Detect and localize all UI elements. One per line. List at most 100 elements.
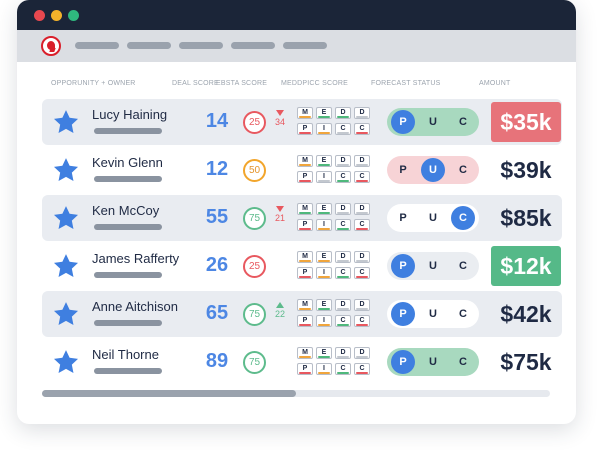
meddpicc-cell-e[interactable]: E [316,299,332,311]
meddpicc-cell-c[interactable]: C [354,267,370,279]
forecast-option-c[interactable]: C [451,206,475,230]
table-row[interactable]: Ken McCoy 55 75 21 MEDDPICC PUC $85k [42,195,562,241]
column-header-forecast[interactable]: FORECAST STATUS [371,80,441,87]
meddpicc-cell-e[interactable]: E [316,347,332,359]
meddpicc-cell-c[interactable]: C [335,171,351,183]
table-row[interactable]: Anne Aitchison 65 75 22 MEDDPICC PUC $42… [42,291,562,337]
forecast-option-u[interactable]: U [421,158,445,182]
forecast-option-p[interactable]: P [391,254,415,278]
meddpicc-cell-m[interactable]: M [297,107,313,119]
forecast-option-c[interactable]: C [451,254,475,278]
forecast-status-toggle[interactable]: PUC [387,108,479,136]
forecast-option-c[interactable]: C [451,158,475,182]
nav-item-placeholder[interactable] [127,42,171,49]
meddpicc-cell-i[interactable]: I [316,171,332,183]
meddpicc-cell-d[interactable]: D [354,203,370,215]
meddpicc-cell-e[interactable]: E [316,155,332,167]
meddpicc-cell-i[interactable]: I [316,123,332,135]
meddpicc-cell-d[interactable]: D [354,155,370,167]
star-icon[interactable] [52,348,80,376]
nav-item-placeholder[interactable] [283,42,327,49]
column-header-meddpicc[interactable]: MEDDPICC SCORE [281,80,348,87]
opportunity-name[interactable]: Kevin Glenn [92,155,163,170]
meddpicc-cell-c[interactable]: C [354,219,370,231]
meddpicc-cell-p[interactable]: P [297,123,313,135]
maximize-window-button[interactable] [68,10,79,21]
meddpicc-cell-p[interactable]: P [297,171,313,183]
nav-item-placeholder[interactable] [179,42,223,49]
meddpicc-cell-e[interactable]: E [316,251,332,263]
meddpicc-cell-c[interactable]: C [335,267,351,279]
column-header-amount[interactable]: AMOUNT [479,80,511,87]
close-window-button[interactable] [34,10,45,21]
meddpicc-cell-d[interactable]: D [354,107,370,119]
meddpicc-cell-d[interactable]: D [335,299,351,311]
forecast-option-u[interactable]: U [421,350,445,374]
meddpicc-cell-c[interactable]: C [354,315,370,327]
opportunity-name[interactable]: Anne Aitchison [92,299,178,314]
forecast-option-u[interactable]: U [421,302,445,326]
meddpicc-cell-e[interactable]: E [316,107,332,119]
nav-item-placeholder[interactable] [231,42,275,49]
meddpicc-cell-d[interactable]: D [335,203,351,215]
meddpicc-cell-d[interactable]: D [335,155,351,167]
table-row[interactable]: Lucy Haining 14 25 34 MEDDPICC PUC $35k [42,99,562,145]
forecast-option-p[interactable]: P [391,350,415,374]
opportunity-name[interactable]: Neil Thorne [92,347,159,362]
nav-item-placeholder[interactable] [75,42,119,49]
meddpicc-cell-d[interactable]: D [335,347,351,359]
meddpicc-cell-m[interactable]: M [297,203,313,215]
forecast-status-toggle[interactable]: PUC [387,204,479,232]
meddpicc-cell-e[interactable]: E [316,203,332,215]
forecast-option-c[interactable]: C [451,110,475,134]
meddpicc-cell-d[interactable]: D [335,107,351,119]
meddpicc-cell-c[interactable]: C [335,219,351,231]
meddpicc-cell-d[interactable]: D [335,251,351,263]
forecast-option-u[interactable]: U [421,110,445,134]
forecast-status-toggle[interactable]: PUC [387,156,479,184]
meddpicc-cell-d[interactable]: D [354,347,370,359]
column-header-opportunity[interactable]: OPPORUNITY + OWNER [51,80,136,87]
meddpicc-cell-p[interactable]: P [297,315,313,327]
meddpicc-cell-c[interactable]: C [335,363,351,375]
table-row[interactable]: Neil Thorne 89 75 MEDDPICC PUC $75k [42,339,562,385]
forecast-status-toggle[interactable]: PUC [387,348,479,376]
table-row[interactable]: James Rafferty 26 25 MEDDPICC PUC $12k [42,243,562,289]
meddpicc-cell-p[interactable]: P [297,363,313,375]
opportunity-name[interactable]: Lucy Haining [92,107,167,122]
minimize-window-button[interactable] [51,10,62,21]
meddpicc-cell-p[interactable]: P [297,267,313,279]
forecast-option-p[interactable]: P [391,302,415,326]
opportunity-name[interactable]: Ken McCoy [92,203,159,218]
meddpicc-cell-c[interactable]: C [335,123,351,135]
meddpicc-cell-m[interactable]: M [297,347,313,359]
meddpicc-cell-i[interactable]: I [316,363,332,375]
forecast-option-p[interactable]: P [391,206,415,230]
meddpicc-cell-m[interactable]: M [297,299,313,311]
forecast-status-toggle[interactable]: PUC [387,300,479,328]
meddpicc-cell-i[interactable]: I [316,315,332,327]
meddpicc-cell-c[interactable]: C [335,315,351,327]
meddpicc-cell-d[interactable]: D [354,299,370,311]
table-row[interactable]: Kevin Glenn 12 50 MEDDPICC PUC $39k [42,147,562,193]
meddpicc-cell-p[interactable]: P [297,219,313,231]
forecast-option-c[interactable]: C [451,302,475,326]
forecast-option-c[interactable]: C [451,350,475,374]
meddpicc-cell-i[interactable]: I [316,267,332,279]
scrollbar-thumb[interactable] [42,390,296,397]
column-header-deal-score[interactable]: DEAL SCORE [172,80,219,87]
forecast-option-p[interactable]: P [391,110,415,134]
star-icon[interactable] [52,252,80,280]
star-icon[interactable] [52,204,80,232]
column-header-ebsta-score[interactable]: EBSTA SCORE [216,80,267,87]
meddpicc-cell-i[interactable]: I [316,219,332,231]
opportunity-name[interactable]: James Rafferty [92,251,179,266]
forecast-option-p[interactable]: P [391,158,415,182]
meddpicc-cell-c[interactable]: C [354,123,370,135]
forecast-option-u[interactable]: U [421,254,445,278]
star-icon[interactable] [52,108,80,136]
star-icon[interactable] [52,300,80,328]
meddpicc-cell-c[interactable]: C [354,171,370,183]
horizontal-scrollbar[interactable] [42,390,550,397]
meddpicc-cell-m[interactable]: M [297,251,313,263]
